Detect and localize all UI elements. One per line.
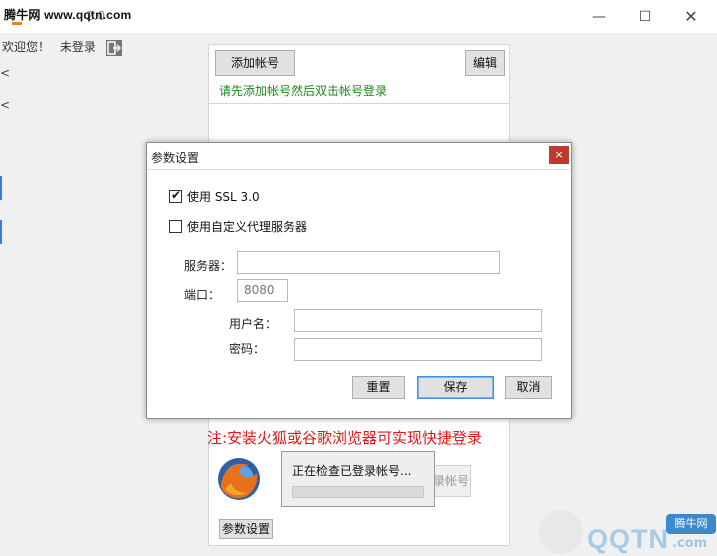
watermark-text: QQTN — [587, 524, 669, 554]
ssl-option[interactable]: ✔ 使用 SSL 3.0 — [169, 188, 260, 205]
proxy-option[interactable]: 使用自定义代理服务器 — [169, 218, 307, 235]
password-label: 密码： — [229, 342, 266, 356]
check-icon: ✔ — [171, 188, 182, 202]
dialog-close-button[interactable]: × — [549, 146, 569, 164]
server-input[interactable] — [237, 251, 500, 274]
port-input[interactable]: 8080 — [237, 279, 288, 302]
watermark-circle-icon — [539, 510, 583, 554]
reset-button[interactable]: 重置 — [352, 376, 405, 399]
watermark-badge: 腾牛网 — [666, 514, 716, 534]
cancel-button[interactable]: 取消 — [505, 376, 552, 399]
proxy-label: 使用自定义代理服务器 — [187, 220, 308, 234]
save-button[interactable]: 保存 — [417, 376, 494, 399]
password-input[interactable] — [294, 338, 542, 361]
port-label: 端口： — [184, 288, 221, 302]
proxy-checkbox[interactable] — [169, 220, 182, 233]
username-input[interactable] — [294, 309, 542, 332]
watermark-suffix: .com — [672, 536, 708, 551]
ssl-checkbox[interactable]: ✔ — [169, 188, 182, 203]
ssl-label: 使用 SSL 3.0 — [187, 190, 260, 204]
server-label: 服务器： — [184, 259, 233, 273]
divider — [147, 169, 571, 170]
watermark-logo: QQTN .com 腾牛网 — [537, 508, 717, 556]
settings-dialog: 参数设置 × ✔ 使用 SSL 3.0 使用自定义代理服务器 服务器： 端口： … — [146, 142, 572, 419]
dialog-title: 参数设置 — [151, 151, 200, 165]
username-label: 用户名： — [229, 317, 278, 331]
modal-overlay: 参数设置 × ✔ 使用 SSL 3.0 使用自定义代理服务器 服务器： 端口： … — [0, 0, 717, 556]
